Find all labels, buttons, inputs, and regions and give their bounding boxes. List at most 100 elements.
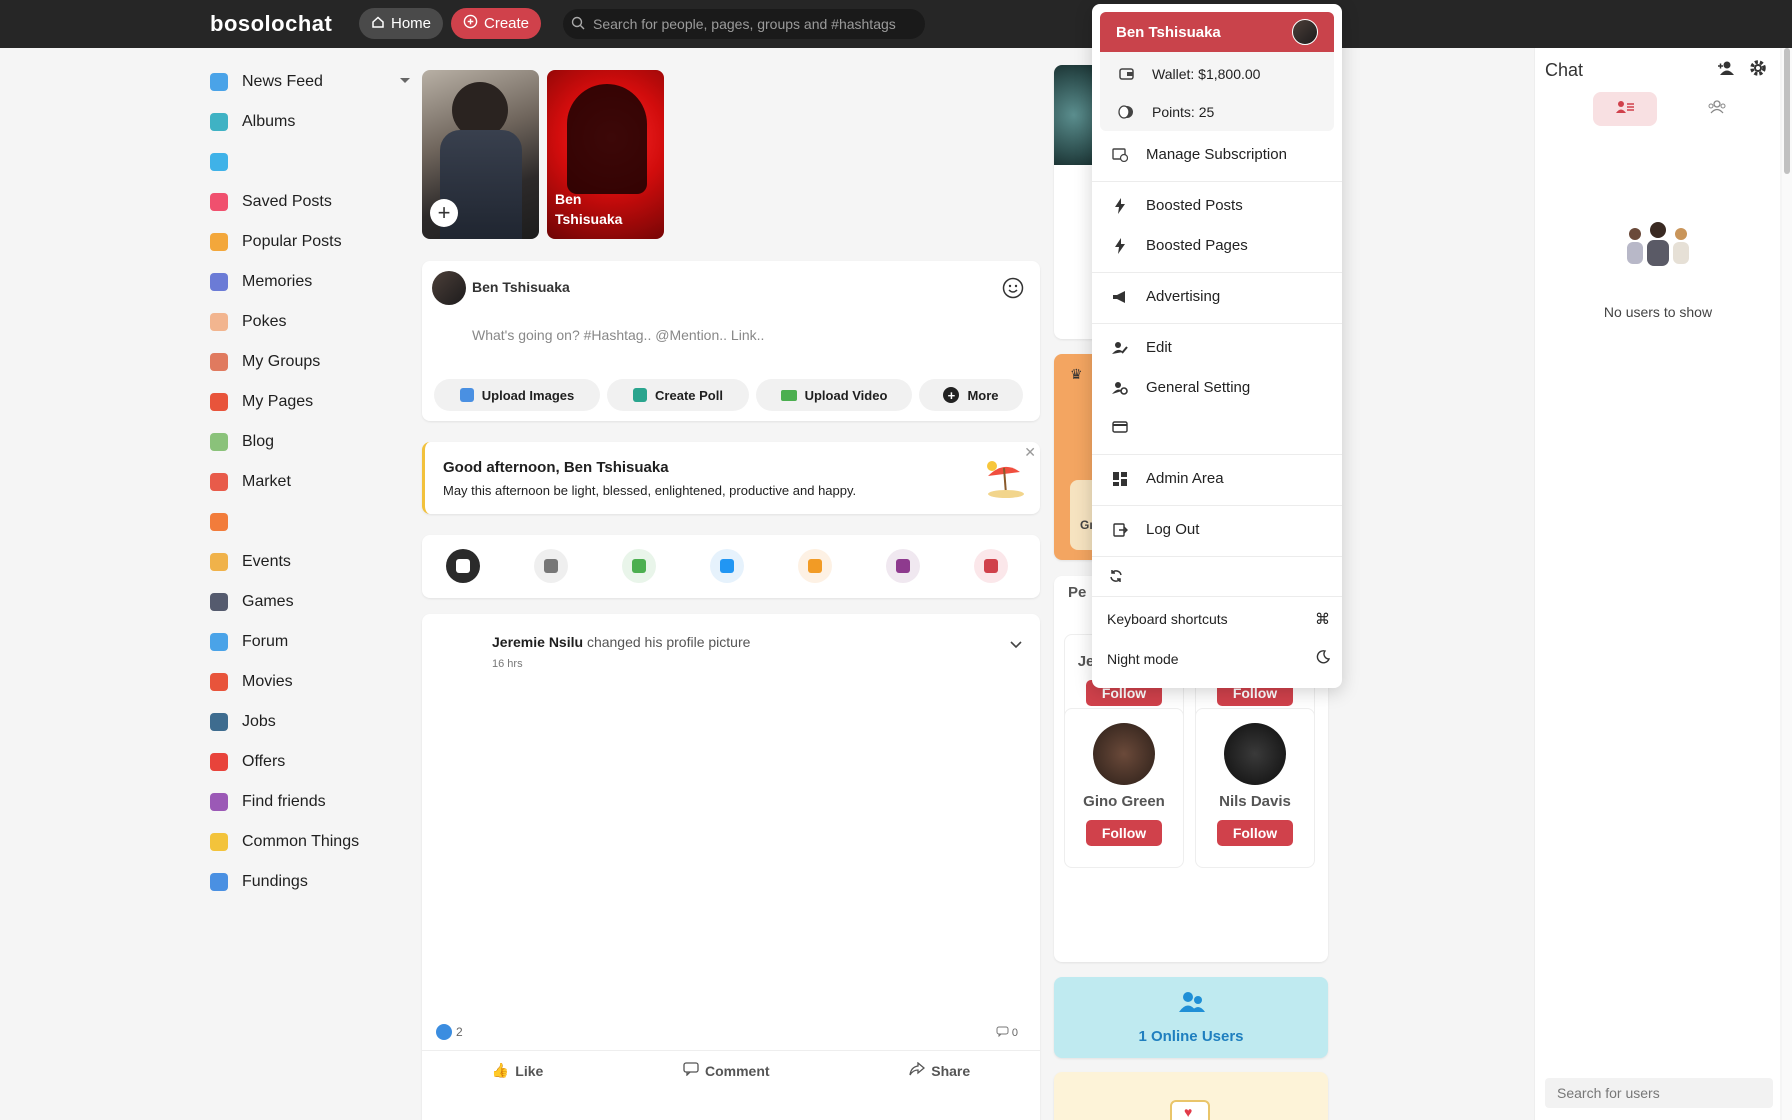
photos-icon-glyph [632,559,646,573]
chat-search-input[interactable]: Search for users [1545,1078,1773,1108]
comment-count[interactable]: 0 [996,1026,1018,1040]
follow-button[interactable]: Follow [1217,820,1293,846]
avatar[interactable] [1224,723,1286,785]
sidebar-item-market[interactable]: Market [210,462,410,502]
home-button[interactable]: Home [359,8,444,39]
share-button[interactable]: Share [909,1061,970,1079]
composer-input[interactable]: What's going on? #Hashtag.. @Mention.. L… [472,327,764,343]
upload-video-button[interactable]: Upload Video [756,379,912,411]
wallet-row[interactable]: Wallet: $1,800.00 [1118,66,1260,82]
sidebar-item-apps[interactable] [210,502,410,542]
music-icon-glyph [808,559,822,573]
sidebar-item-games[interactable]: Games [210,582,410,622]
menu-advertising[interactable]: Advertising [1092,288,1342,305]
emoji-icon[interactable] [1002,277,1024,304]
menu-admin-area[interactable]: Admin Area [1092,470,1342,487]
reaction-count[interactable]: 2 [436,1024,463,1040]
upload-images-button[interactable]: Upload Images [434,379,600,411]
post-time[interactable]: 16 hrs [492,658,523,670]
sidebar-item-my-groups[interactable]: My Groups [210,342,410,382]
person-name[interactable]: Nils Davis [1196,793,1314,810]
menu-payment[interactable] [1092,419,1342,435]
sidebar-item-forum[interactable]: Forum [210,622,410,662]
close-icon[interactable]: ✕ [1024,444,1036,461]
divider [1092,596,1342,597]
more-button[interactable]: + More [919,379,1023,411]
person-name[interactable]: Gino Green [1065,793,1183,810]
add-user-icon[interactable] [1717,60,1737,81]
create-button[interactable]: Create [451,8,542,39]
menu-boosted-pages[interactable]: Boosted Pages [1092,237,1342,254]
sidebar-item-saved-posts[interactable]: Saved Posts [210,182,410,222]
like-button[interactable]: 👍 Like [492,1062,543,1079]
music-icon[interactable] [798,549,832,583]
sidebar-item-find-friends[interactable]: Find friends [210,782,410,822]
puzzle-icon [210,833,228,851]
online-users-card[interactable]: 1 Online Users [1054,977,1328,1058]
fire-icon [210,233,228,251]
user-menu-profile[interactable]: Ben Tshisuaka [1100,12,1334,52]
menu-edit[interactable]: Edit [1092,339,1342,356]
photos-icon[interactable] [622,549,656,583]
all-posts-icon[interactable] [446,549,480,583]
chevron-down-icon[interactable] [1010,636,1022,654]
sidebar-item-common-things[interactable]: Common Things [210,822,410,862]
sidebar-item-label: Blog [242,433,275,450]
menu-refresh[interactable] [1092,568,1342,584]
create-poll-button[interactable]: Create Poll [607,379,749,411]
gear-icon[interactable] [1749,59,1767,82]
memories-icon [210,273,228,291]
sidebar-item-video[interactable] [210,142,410,182]
avatar[interactable] [432,271,466,305]
sidebar-item-fundings[interactable]: Fundings [210,862,410,902]
text-icon[interactable] [534,549,568,583]
videos-icon[interactable] [710,549,744,583]
sidebar-item-news-feed[interactable]: News Feed [210,62,410,102]
tab-groups[interactable] [1685,92,1749,126]
sidebar-item-offers[interactable]: Offers [210,742,410,782]
sidebar-item-blog[interactable]: Blog [210,422,410,462]
person-card[interactable]: Nils Davis Follow [1195,708,1315,868]
chat-sidebar: Chat No users to show Search for users [1534,48,1780,1120]
post-author[interactable]: Jeremie Nsilu [492,634,583,650]
global-search-input[interactable]: Search for people, pages, groups and #ha… [563,9,925,39]
sidebar-item-label: Albums [242,113,296,130]
sidebar-item-albums[interactable]: Albums [210,102,410,142]
menu-keyboard-shortcuts[interactable]: Keyboard shortcuts ⌘ [1092,610,1330,628]
menu-boosted-posts[interactable]: Boosted Posts [1092,197,1342,214]
comments-count: 0 [1011,1027,1018,1039]
person-card[interactable]: Gino Green Follow [1064,708,1184,868]
scrollbar-thumb[interactable] [1784,48,1790,174]
site-logo[interactable]: bosolochat [210,11,332,37]
greeting-title: Good afternoon, Ben Tshisuaka [443,459,669,476]
edit-user-icon [1112,340,1128,356]
sidebar-item-my-pages[interactable]: My Pages [210,382,410,422]
menu-general-setting[interactable]: General Setting [1092,379,1342,396]
sidebar-item-memories[interactable]: Memories [210,262,410,302]
lightning-icon [1112,237,1128,254]
comment-button[interactable]: Comment [683,1062,770,1079]
files-icon[interactable] [886,549,920,583]
avatar[interactable] [1093,723,1155,785]
follow-button[interactable]: Follow [1086,820,1162,846]
menu-log-out[interactable]: Log Out [1092,521,1342,538]
menu-manage-subscription[interactable]: Manage Subscription [1092,146,1342,163]
sidebar-item-jobs[interactable]: Jobs [210,702,410,742]
story-item[interactable]: Ben Tshisuaka [547,70,664,239]
sidebar-item-events[interactable]: Events [210,542,410,582]
divider [1092,272,1342,273]
sidebar-item-pokes[interactable]: Pokes [210,302,410,342]
points-row[interactable]: Points: 25 [1118,104,1214,120]
story-create[interactable]: + [422,70,539,239]
poll-icon [633,388,648,402]
chevron-down-icon[interactable] [400,78,410,83]
menu-night-mode[interactable]: Night mode [1092,650,1331,667]
page-scrollbar[interactable] [1782,48,1792,1120]
maps-icon[interactable] [974,549,1008,583]
crown-icon: ♛ [1070,366,1083,382]
sidebar-item-movies[interactable]: Movies [210,662,410,702]
add-story-icon[interactable]: + [430,199,458,227]
sidebar-item-popular-posts[interactable]: Popular Posts [210,222,410,262]
tab-users[interactable] [1593,92,1657,126]
search-placeholder: Search for people, pages, groups and #ha… [593,16,896,32]
